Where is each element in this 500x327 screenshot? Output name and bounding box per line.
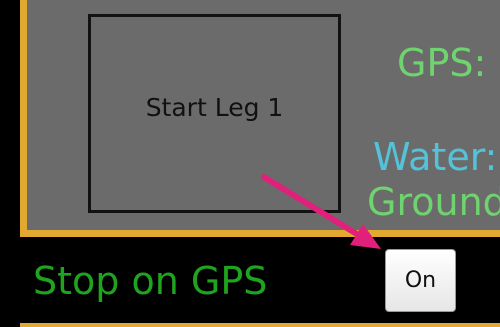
stop-on-gps-toggle-button[interactable]: On (385, 249, 456, 312)
app-screen: Start Leg 1 GPS: 0 Water: Ground: Stop o… (0, 0, 500, 327)
panel-bottom-border (20, 323, 500, 327)
stop-on-gps-label: Stop on GPS (33, 259, 268, 303)
ground-speed-readout: Ground: (367, 180, 500, 224)
gps-readout: GPS: 0 (397, 41, 500, 85)
start-leg-button[interactable]: Start Leg 1 (88, 14, 341, 213)
water-speed-readout: Water: (373, 135, 498, 179)
